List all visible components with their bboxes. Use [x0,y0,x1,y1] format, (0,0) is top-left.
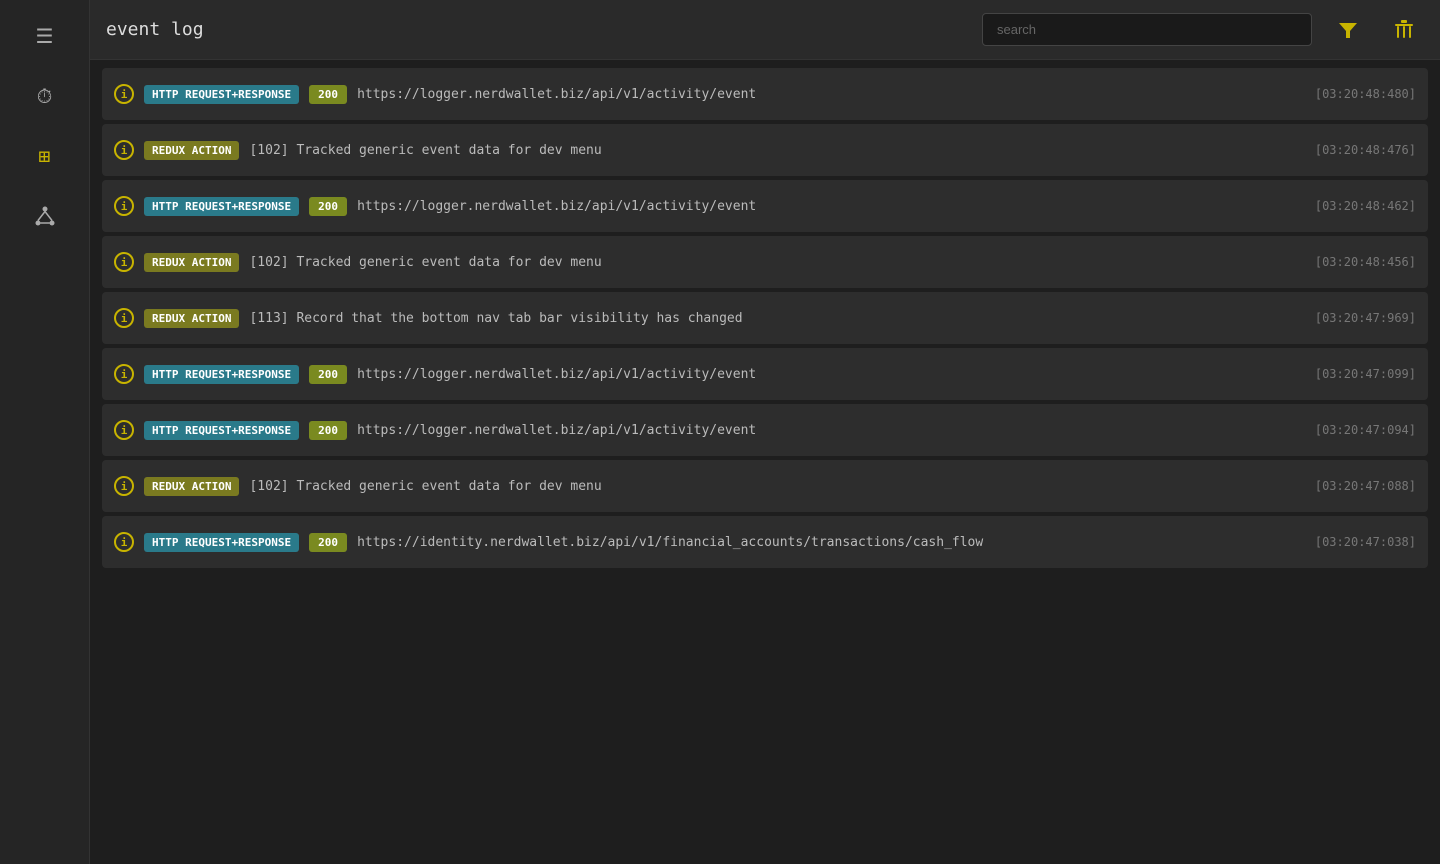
redux-badge: REDUX ACTION [144,309,239,328]
info-icon: i [114,532,134,552]
redux-badge: REDUX ACTION [144,477,239,496]
status-badge: 200 [309,533,347,552]
status-badge: 200 [309,85,347,104]
table-row[interactable]: i REDUX ACTION [113] Record that the botto… [102,292,1428,344]
redux-badge: REDUX ACTION [144,253,239,272]
filter-button[interactable] [1328,10,1368,50]
http-badge: HTTP REQUEST+RESPONSE [144,365,299,384]
log-message: https://identity.nerdwallet.biz/api/v1/f… [357,535,1305,550]
grid-icon[interactable]: ⊞ [25,136,65,176]
log-timestamp: [03:20:48:462] [1315,199,1416,213]
hamburger-icon[interactable]: ☰ [25,16,65,56]
table-row[interactable]: i REDUX ACTION [102] Tracked generic event… [102,236,1428,288]
log-timestamp: [03:20:47:038] [1315,535,1416,549]
info-icon: i [114,196,134,216]
table-row[interactable]: i HTTP REQUEST+RESPONSE 200 https://logger.… [102,68,1428,120]
network-icon[interactable] [25,196,65,236]
log-timestamp: [03:20:48:480] [1315,87,1416,101]
log-list: i HTTP REQUEST+RESPONSE 200 https://logger.… [90,60,1440,864]
status-badge: 200 [309,365,347,384]
info-icon: i [114,308,134,328]
info-icon: i [114,140,134,160]
status-badge: 200 [309,197,347,216]
timer-icon[interactable]: ⏱ [25,76,65,116]
log-message: https://logger.nerdwallet.biz/api/v1/act… [357,423,1305,438]
log-timestamp: [03:20:47:094] [1315,423,1416,437]
log-message: https://logger.nerdwallet.biz/api/v1/act… [357,199,1305,214]
log-timestamp: [03:20:48:476] [1315,143,1416,157]
redux-badge: REDUX ACTION [144,141,239,160]
log-timestamp: [03:20:47:969] [1315,311,1416,325]
page-title: event log [106,19,966,40]
http-badge: HTTP REQUEST+RESPONSE [144,421,299,440]
delete-button[interactable] [1384,10,1424,50]
log-message: [102] Tracked generic event data for dev… [249,255,1304,270]
info-icon: i [114,476,134,496]
table-row[interactable]: i REDUX ACTION [102] Tracked generic event… [102,124,1428,176]
http-badge: HTTP REQUEST+RESPONSE [144,533,299,552]
table-row[interactable]: i HTTP REQUEST+RESPONSE 200 https://identit… [102,516,1428,568]
info-icon: i [114,84,134,104]
log-message: https://logger.nerdwallet.biz/api/v1/act… [357,367,1305,382]
log-timestamp: [03:20:47:099] [1315,367,1416,381]
table-row[interactable]: i HTTP REQUEST+RESPONSE 200 https://logger.… [102,348,1428,400]
search-input[interactable] [982,13,1312,46]
sidebar: ☰ ⏱ ⊞ [0,0,90,864]
log-message: [102] Tracked generic event data for dev… [249,143,1304,158]
log-message: https://logger.nerdwallet.biz/api/v1/act… [357,87,1305,102]
status-badge: 200 [309,421,347,440]
log-timestamp: [03:20:48:456] [1315,255,1416,269]
log-message: [102] Tracked generic event data for dev… [249,479,1304,494]
table-row[interactable]: i HTTP REQUEST+RESPONSE 200 https://logger.… [102,180,1428,232]
table-row[interactable]: i REDUX ACTION [102] Tracked generic event… [102,460,1428,512]
header: event log [90,0,1440,60]
main-panel: event log i HTTP REQUEST+RESPONSE 200 https… [90,0,1440,864]
http-badge: HTTP REQUEST+RESPONSE [144,85,299,104]
log-message: [113] Record that the bottom nav tab bar… [249,311,1304,326]
info-icon: i [114,420,134,440]
info-icon: i [114,364,134,384]
http-badge: HTTP REQUEST+RESPONSE [144,197,299,216]
log-timestamp: [03:20:47:088] [1315,479,1416,493]
table-row[interactable]: i HTTP REQUEST+RESPONSE 200 https://logger.… [102,404,1428,456]
info-icon: i [114,252,134,272]
